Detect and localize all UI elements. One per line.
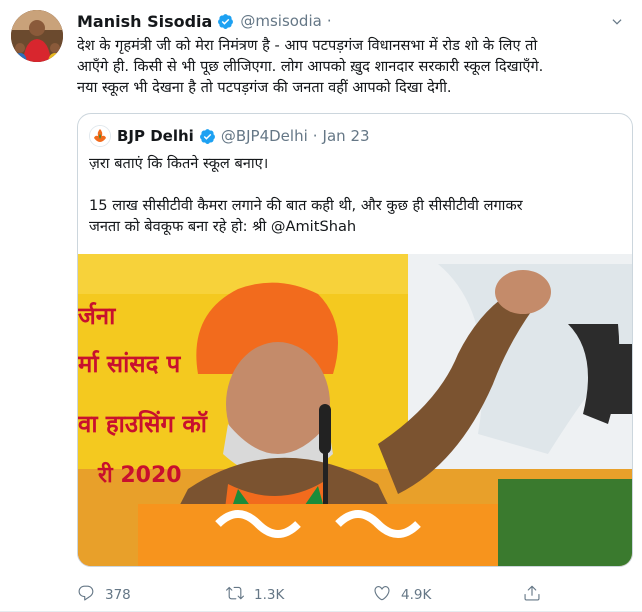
header-separator: · — [326, 12, 332, 30]
author-avatar[interactable] — [11, 10, 63, 62]
verified-icon — [217, 13, 234, 30]
retweet-icon — [226, 584, 254, 606]
reply-icon — [77, 584, 105, 606]
author-handle[interactable]: @msisodia — [240, 12, 321, 30]
author-name[interactable]: Manish Sisodia — [77, 12, 212, 31]
quoted-tweet-header: BJP Delhi @BJP4Delhi · Jan 23 — [89, 124, 370, 148]
quoted-separator: · — [312, 127, 318, 145]
banner-text-line: र्मा सांसद प — [78, 350, 182, 378]
quoted-text-line: ज़रा बताएं कि कितने स्कूल बनाए। — [89, 155, 269, 172]
quoted-author-avatar[interactable] — [89, 125, 111, 147]
tweet-text-line: देश के गृहमंत्री जी को मेरा निमंत्रण है … — [77, 37, 538, 54]
quoted-text-line: जनता को बेवकूफ बना रहे हो: श्री @AmitSha… — [89, 218, 357, 235]
banner-text-line: वा हाउसिंग कॉ — [78, 410, 209, 438]
verified-icon — [199, 128, 216, 145]
retweet-count: 1.3K — [254, 587, 285, 603]
tweet-text: देश के गृहमंत्री जी को मेरा निमंत्रण है … — [77, 35, 633, 98]
quoted-author-handle[interactable]: @BJP4Delhi — [221, 127, 308, 145]
banner-text-line: री 2020 — [97, 461, 182, 488]
tweet-text-line: आएँगे ही. किसी से भी पूछ लीजिएगा. लोग आप… — [77, 58, 544, 75]
quoted-tweet[interactable]: BJP Delhi @BJP4Delhi · Jan 23 ज़रा बताएं… — [77, 113, 633, 567]
quoted-tweet-media[interactable]: र्जना र्मा सांसद प वा हाउसिंग कॉ री 2020 — [78, 254, 632, 566]
like-button[interactable]: 4.9K — [373, 582, 431, 608]
tweet-text-line: नया स्कूल भी देखना है तो पटपड़गंज की जनत… — [77, 79, 452, 96]
reply-button[interactable]: 378 — [77, 582, 131, 608]
quoted-date[interactable]: Jan 23 — [323, 127, 370, 145]
share-button[interactable] — [523, 582, 551, 608]
like-count: 4.9K — [401, 587, 432, 603]
chevron-down-icon[interactable] — [606, 11, 628, 33]
quoted-text-line: 15 लाख सीसीटीवी कैमरा लगाने की बात कही थ… — [89, 197, 523, 214]
banner-text-line: र्जना — [78, 302, 116, 330]
share-icon — [523, 584, 551, 606]
quoted-tweet-text: ज़रा बताएं कि कितने स्कूल बनाए। 15 लाख स… — [89, 153, 619, 237]
retweet-button[interactable]: 1.3K — [226, 582, 284, 608]
reply-count: 378 — [105, 587, 131, 603]
tweet-header: Manish Sisodia @msisodia · — [77, 10, 337, 32]
tweet-actions: 378 1.3K 4.9K — [77, 582, 633, 608]
quoted-author-name[interactable]: BJP Delhi — [117, 127, 194, 145]
quoted-text-line — [89, 174, 619, 195]
tweet[interactable]: Manish Sisodia @msisodia · देश के गृहमंत… — [0, 0, 642, 612]
like-icon — [373, 584, 401, 606]
